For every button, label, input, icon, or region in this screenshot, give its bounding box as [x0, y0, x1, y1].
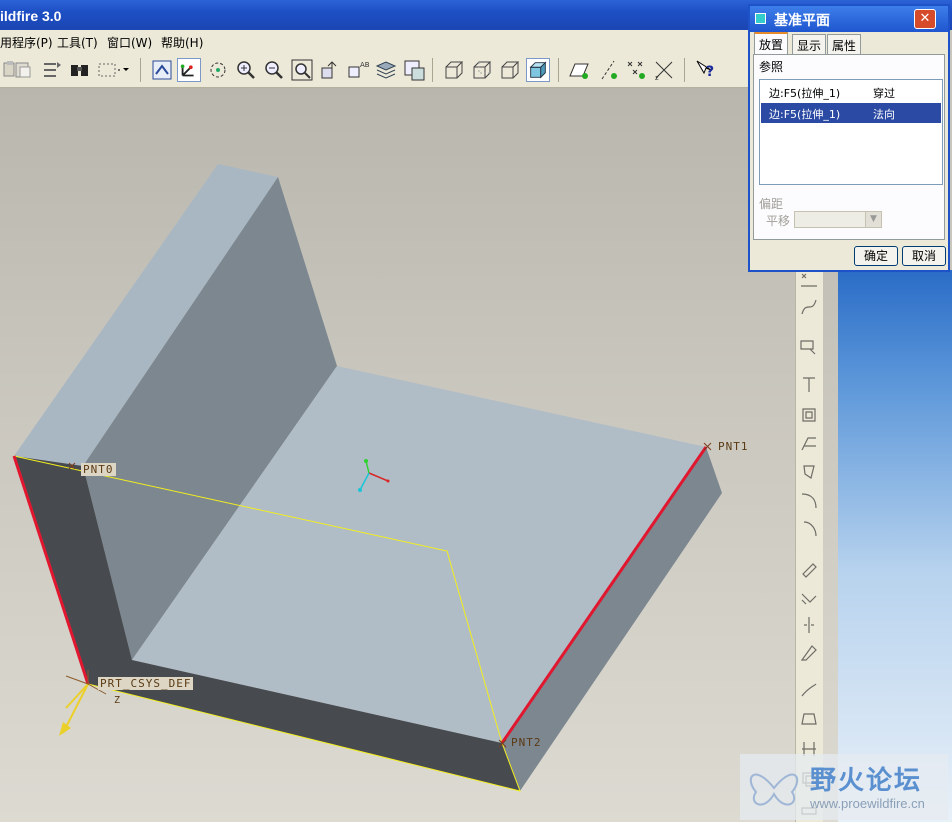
- dialog-title: 基准平面: [774, 13, 830, 29]
- reorient-icon[interactable]: [318, 58, 342, 82]
- svg-text:z: z: [655, 74, 659, 82]
- regenerate-icon[interactable]: [40, 58, 64, 82]
- menu-tools[interactable]: 工具(T): [57, 34, 98, 51]
- shading-icon: [529, 61, 547, 79]
- hidden-line-icon[interactable]: [470, 58, 494, 82]
- spin-center-icon: [180, 64, 194, 77]
- references-label: 参照: [759, 60, 784, 74]
- extrude-icon[interactable]: [798, 374, 820, 396]
- tab-placement[interactable]: 放置: [754, 32, 789, 54]
- toolbar-separator: [432, 58, 433, 82]
- select-box-icon[interactable]: [96, 58, 120, 82]
- coordinate-systems-icon[interactable]: z: [652, 58, 676, 82]
- csys-label: PRT_CSYS_DEF: [98, 677, 194, 690]
- shading-button[interactable]: [526, 58, 550, 82]
- chevron-down-icon[interactable]: [122, 66, 130, 74]
- revolve-icon[interactable]: [798, 404, 820, 426]
- pnt1-label: PNT1: [718, 440, 749, 453]
- sketch-tool-icon[interactable]: [798, 336, 820, 358]
- spin-center-button[interactable]: [177, 58, 201, 82]
- chamfer-icon[interactable]: [798, 558, 820, 580]
- mirror-icon[interactable]: [798, 614, 820, 636]
- chevron-down-icon: ▼: [865, 212, 881, 227]
- feature-toolbar: [795, 268, 823, 822]
- desktop-background: [838, 270, 952, 822]
- menu-window[interactable]: 窗口(W): [107, 34, 152, 51]
- graphics-window[interactable]: PNT0 PNT1 PNT2 PRT_CSYS_DEF Z: [0, 88, 838, 822]
- references-list[interactable]: 边:F5(拉伸_1) 穿过 边:F5(拉伸_1) 法向: [759, 79, 943, 185]
- pnt2-label: PNT2: [511, 736, 542, 749]
- offset-label: 偏距: [759, 197, 784, 211]
- saved-views-icon[interactable]: AB: [346, 58, 370, 82]
- csys-z-label: Z: [114, 695, 122, 706]
- reference-constraint[interactable]: 法向: [873, 106, 895, 122]
- menu-help[interactable]: 帮助(H): [161, 34, 203, 51]
- menu-applications[interactable]: 用程序(P): [0, 34, 53, 51]
- dialog-title-bar[interactable]: 基准平面 ✕: [750, 6, 948, 32]
- offset-icon[interactable]: [798, 586, 820, 608]
- close-button[interactable]: ✕: [914, 9, 936, 29]
- round-icon[interactable]: [798, 518, 820, 540]
- pnt0-label: PNT0: [81, 463, 116, 476]
- toolbar-separator: [558, 58, 559, 82]
- datum-planes-icon[interactable]: [567, 58, 591, 82]
- zoom-in-icon[interactable]: [234, 58, 258, 82]
- paste-special-icon[interactable]: [12, 58, 36, 82]
- merge-icon[interactable]: [798, 642, 820, 664]
- extend-icon[interactable]: [798, 708, 820, 730]
- translation-label: 平移: [766, 214, 791, 228]
- draft-icon[interactable]: [798, 432, 820, 454]
- redraw-icon[interactable]: [150, 58, 174, 82]
- datum-plane-dialog: 基准平面 ✕ 放置 显示 属性 参照 边:F5(拉伸_1) 穿过 边:F5(拉伸…: [748, 4, 950, 272]
- wireframe-icon[interactable]: [442, 58, 466, 82]
- butterfly-logo: [749, 773, 799, 806]
- reference-row[interactable]: 边:F5(拉伸_1) 穿过: [761, 82, 941, 102]
- trim-icon[interactable]: [798, 680, 820, 702]
- view-manager-icon[interactable]: [402, 58, 426, 82]
- reference-row-selected[interactable]: 边:F5(拉伸_1) 法向: [761, 103, 941, 123]
- zoom-out-icon[interactable]: [262, 58, 286, 82]
- translation-select: ▼: [794, 211, 882, 228]
- dialog-app-icon: [755, 13, 766, 24]
- datum-points-icon[interactable]: [624, 58, 648, 82]
- datum-point-tool-icon[interactable]: [798, 270, 820, 292]
- tab-properties[interactable]: 属性: [827, 34, 862, 54]
- tab-display[interactable]: 显示: [792, 34, 827, 54]
- context-help-icon[interactable]: ?: [694, 58, 718, 82]
- svg-text:?: ?: [706, 64, 714, 80]
- watermark-url: www.proewildfire.cn: [810, 796, 925, 811]
- watermark-title: 野火论坛: [810, 766, 923, 796]
- find-icon[interactable]: [68, 58, 92, 82]
- window-title: ildfire 3.0: [0, 8, 62, 24]
- reference-name: 边:F5(拉伸_1): [769, 108, 841, 121]
- refit-icon[interactable]: [290, 58, 314, 82]
- cancel-button[interactable]: 取消: [902, 246, 946, 266]
- reference-name: 边:F5(拉伸_1): [769, 87, 841, 100]
- datum-axes-icon[interactable]: [596, 58, 620, 82]
- svg-text:AB: AB: [360, 61, 370, 69]
- menu-bar: 用程序(P) 工具(T) 窗口(W) 帮助(H): [0, 30, 750, 52]
- orient-mode-icon[interactable]: [206, 58, 230, 82]
- main-toolbar: AB z ?: [0, 52, 750, 88]
- datum-curve-icon[interactable]: [798, 296, 820, 318]
- forum-watermark: 野火论坛 www.proewildfire.cn: [740, 754, 948, 820]
- toolbar-separator: [140, 58, 141, 82]
- layers-icon[interactable]: [374, 58, 398, 82]
- toolbar-separator: [684, 58, 685, 82]
- no-hidden-icon[interactable]: [498, 58, 522, 82]
- ok-button[interactable]: 确定: [854, 246, 898, 266]
- placement-panel: 参照 边:F5(拉伸_1) 穿过 边:F5(拉伸_1) 法向 偏距 平移 ▼: [753, 54, 945, 240]
- reference-constraint[interactable]: 穿过: [873, 85, 895, 101]
- rib-icon[interactable]: [798, 490, 820, 512]
- shell-icon[interactable]: [798, 460, 820, 482]
- model-canvas[interactable]: [0, 88, 838, 822]
